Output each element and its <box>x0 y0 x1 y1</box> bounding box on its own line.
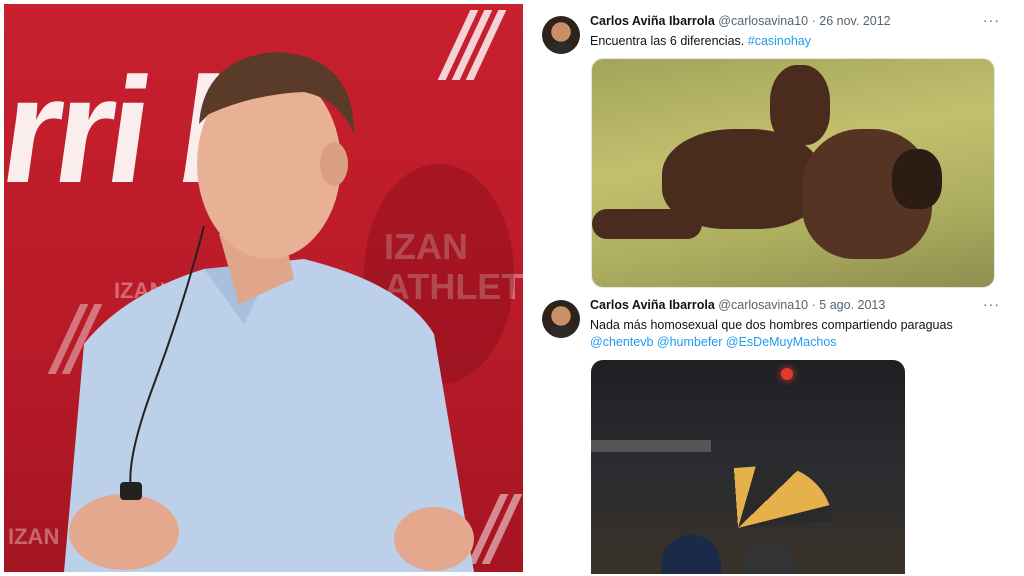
umbrella <box>639 461 833 535</box>
structure-beam <box>591 440 711 452</box>
more-options-icon[interactable]: ··· <box>983 12 1000 28</box>
separator: · <box>811 298 816 312</box>
hashtag-link[interactable]: #casinohay <box>748 34 811 48</box>
tweet-text: Encuentra las 6 diferencias. #casinohay <box>590 33 811 50</box>
author-name[interactable]: Carlos Aviña Ibarrola <box>590 14 715 28</box>
person-silhouette <box>661 535 721 574</box>
author-handle[interactable]: @carlosavina10 <box>718 298 808 312</box>
traffic-light <box>781 368 793 380</box>
mention-link[interactable]: @humbefer <box>657 335 723 349</box>
speaker-figure <box>64 52 474 572</box>
author-name[interactable]: Carlos Aviña Ibarrola <box>590 298 715 312</box>
author-handle[interactable]: @carlosavina10 <box>718 14 808 28</box>
tweet[interactable]: Carlos Aviña Ibarrola @carlosavina10 · 5… <box>538 296 1008 576</box>
figure-shape <box>592 209 702 239</box>
avatar[interactable] <box>542 300 580 338</box>
avatar[interactable] <box>542 16 580 54</box>
tweet-text: Nada más homosexual que dos hombres comp… <box>590 317 1000 351</box>
mention-link[interactable]: @chentevb <box>590 335 653 349</box>
tweet-header: Carlos Aviña Ibarrola @carlosavina10 · 5… <box>590 298 885 312</box>
tweet-image[interactable] <box>591 58 995 288</box>
person-silhouette <box>741 538 796 574</box>
tweet[interactable]: Carlos Aviña Ibarrola @carlosavina10 · 2… <box>538 12 1008 291</box>
tweet-header: Carlos Aviña Ibarrola @carlosavina10 · 2… <box>590 14 891 28</box>
speaker-photo: rri bt IZAN ATHLETIC IZAN IZAN <box>4 4 523 572</box>
tweet-date[interactable]: 5 ago. 2013 <box>819 298 885 312</box>
tweet-date[interactable]: 26 nov. 2012 <box>819 14 890 28</box>
tweet-body: Encuentra las 6 diferencias. <box>590 34 745 48</box>
more-options-icon[interactable]: ··· <box>983 296 1000 312</box>
figure-shape <box>892 149 942 209</box>
separator: · <box>811 14 816 28</box>
tweet-image[interactable] <box>591 360 905 574</box>
tweet-body: Nada más homosexual que dos hombres comp… <box>590 318 953 332</box>
mention-link[interactable]: @EsDeMuyMachos <box>726 335 837 349</box>
